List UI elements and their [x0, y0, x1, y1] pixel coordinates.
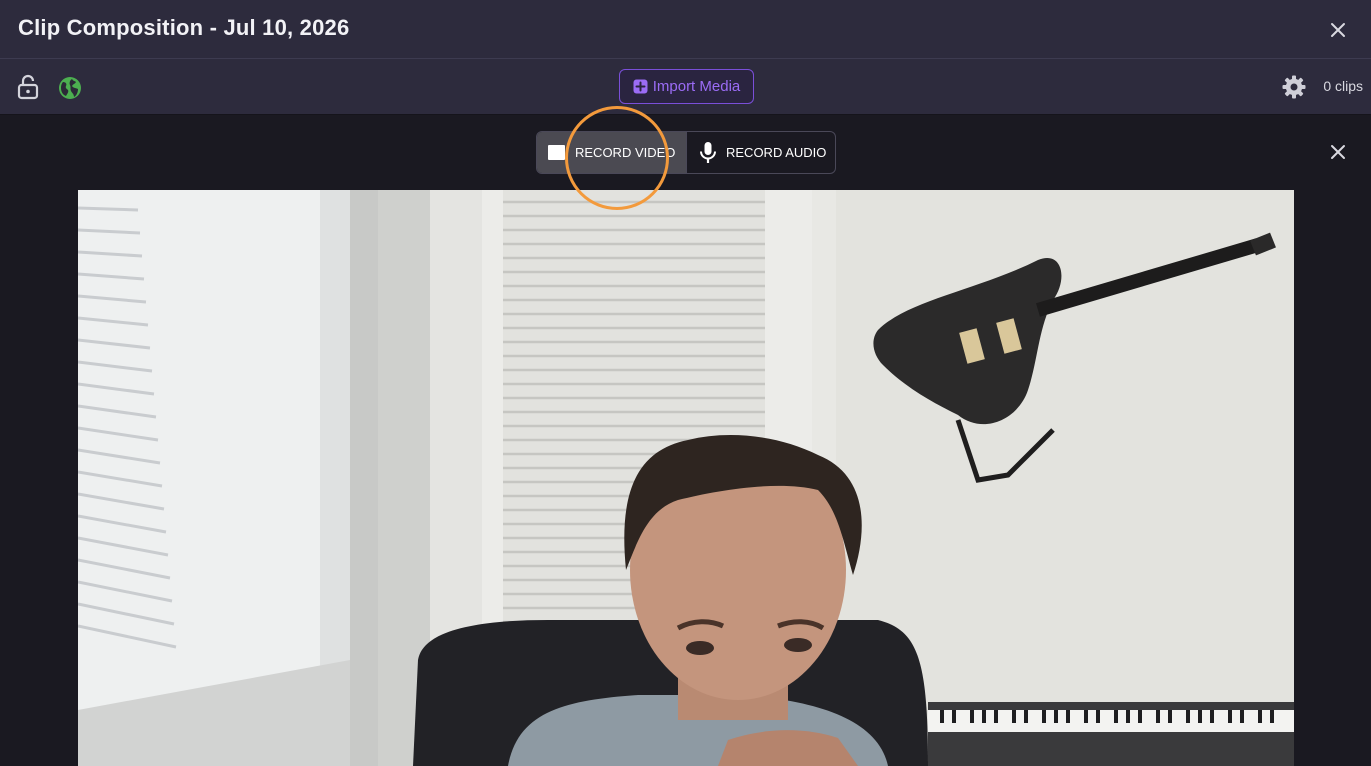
close-recorder-button[interactable] — [1325, 139, 1351, 165]
toolbar: Import Media 0 clips — [0, 59, 1371, 115]
record-audio-button[interactable]: RECORD AUDIO — [686, 132, 835, 173]
close-window-button[interactable] — [1325, 17, 1351, 43]
lock-button[interactable] — [16, 74, 40, 100]
record-mode-toggle: RECORD VIDEO RECORD AUDIO — [536, 131, 836, 174]
window-title: Clip Composition - Jul 10, 2026 — [18, 15, 350, 40]
globe-button[interactable] — [57, 75, 83, 101]
record-video-button[interactable]: RECORD VIDEO — [537, 132, 686, 173]
close-icon — [1331, 145, 1345, 159]
camera-icon — [548, 145, 565, 160]
microphone-icon — [700, 141, 716, 163]
webcam-preview — [78, 190, 1294, 766]
record-audio-label: RECORD AUDIO — [726, 145, 827, 160]
gear-icon — [1282, 75, 1306, 99]
record-video-label: RECORD VIDEO — [575, 145, 676, 160]
globe-icon — [59, 77, 81, 99]
clips-count: 0 clips — [1323, 78, 1363, 94]
lock-open-icon — [17, 74, 39, 100]
clip-composition-window: Clip Composition - Jul 10, 2026 Import M… — [0, 0, 1371, 766]
settings-button[interactable] — [1281, 74, 1307, 100]
title-bar: Clip Composition - Jul 10, 2026 — [0, 0, 1371, 59]
import-media-button[interactable]: Import Media — [619, 69, 754, 104]
import-media-label: Import Media — [652, 78, 741, 95]
plus-square-icon — [633, 79, 648, 94]
close-icon — [1331, 23, 1345, 37]
